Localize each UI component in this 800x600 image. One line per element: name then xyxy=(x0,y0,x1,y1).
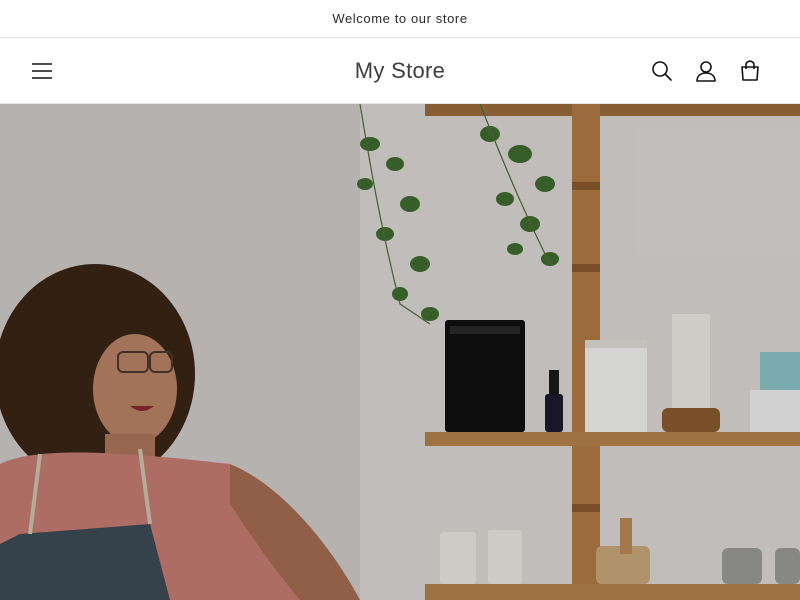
cart-icon xyxy=(741,60,759,81)
hero-banner xyxy=(0,104,800,600)
shop-owner-with-shelves-photo xyxy=(0,104,800,600)
menu-button[interactable] xyxy=(26,57,58,85)
site-header: My Store xyxy=(0,38,800,104)
cart-button[interactable] xyxy=(734,57,766,85)
hamburger-menu-icon xyxy=(32,63,52,79)
announcement-bar: Welcome to our store xyxy=(0,0,800,38)
store-logo-link[interactable]: My Store xyxy=(300,57,500,85)
search-button[interactable] xyxy=(646,57,678,85)
announcement-text: Welcome to our store xyxy=(332,11,468,26)
account-button[interactable] xyxy=(690,57,722,85)
search-icon xyxy=(652,61,672,81)
account-icon xyxy=(696,61,716,82)
